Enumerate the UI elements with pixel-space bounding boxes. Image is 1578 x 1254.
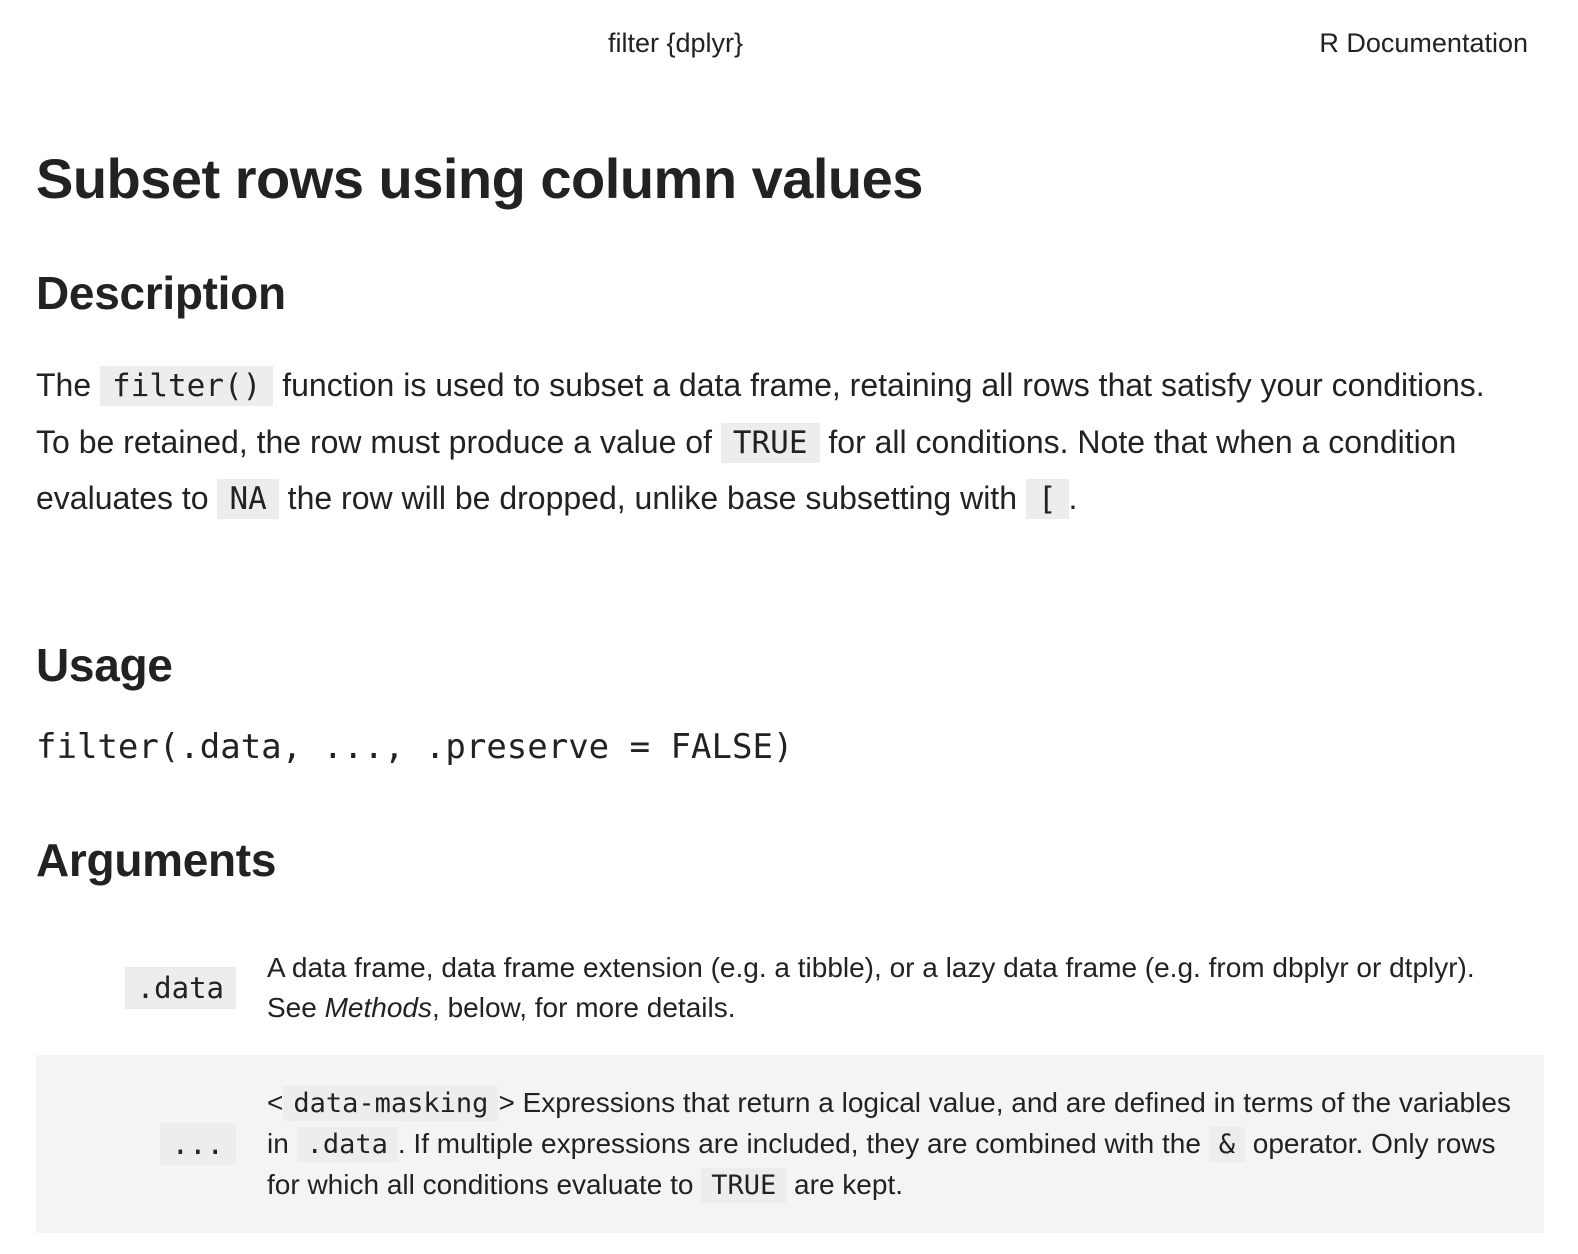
description-text-run: The [36,367,101,403]
page-title: Subset rows using column values [36,147,923,210]
code-ampersand: & [1208,1126,1245,1162]
description-heading: Description [36,267,286,319]
description-text-run: . [1068,480,1078,516]
doc-header: filter {dplyr} R Documentation [36,0,1544,92]
argument-name-cell: .data [36,966,236,1009]
topic-label: filter {dplyr} [608,28,744,58]
argument-row-data: .data A data frame, data frame extension… [36,920,1544,1055]
code-filter-fn: filter() [100,366,274,406]
r-help-page: filter {dplyr} R Documentation Subset ro… [36,0,1544,1233]
code-true: TRUE [720,422,820,463]
r-documentation-label: R Documentation [1319,28,1528,58]
argument-text-run: , below, for more details. [432,991,736,1023]
argument-name: ... [159,1123,236,1165]
description-text: The filter() function is used to subset … [36,358,1516,528]
argument-description: A data frame, data frame extension (e.g.… [267,948,1532,1028]
description-text-run: the row will be dropped, unlike base sub… [278,480,1026,516]
code-data-masking[interactable]: data-masking [283,1085,499,1121]
argument-text-run: are kept. [786,1168,904,1200]
argument-text-run: . If multiple expressions are included, … [397,1127,1209,1159]
code-bracket: [ [1025,479,1069,519]
argument-text-run: < [267,1086,284,1118]
argument-description: < data-masking > Expressions that return a… [267,1083,1532,1206]
usage-heading: Usage [36,639,173,691]
code-data: .data [296,1126,398,1162]
code-na: NA [217,479,279,519]
argument-row-dots: ... < data-masking > Expressions that retu… [36,1055,1544,1233]
methods-emphasis: Methods [324,991,433,1023]
argument-name: .data [124,966,236,1009]
arguments-table: .data A data frame, data frame extension… [36,920,1544,1233]
usage-code: filter(.data, ..., .preserve = FALSE) [36,727,794,767]
argument-name-cell: ... [36,1123,236,1165]
code-true: TRUE [701,1167,787,1203]
arguments-heading: Arguments [36,834,277,886]
